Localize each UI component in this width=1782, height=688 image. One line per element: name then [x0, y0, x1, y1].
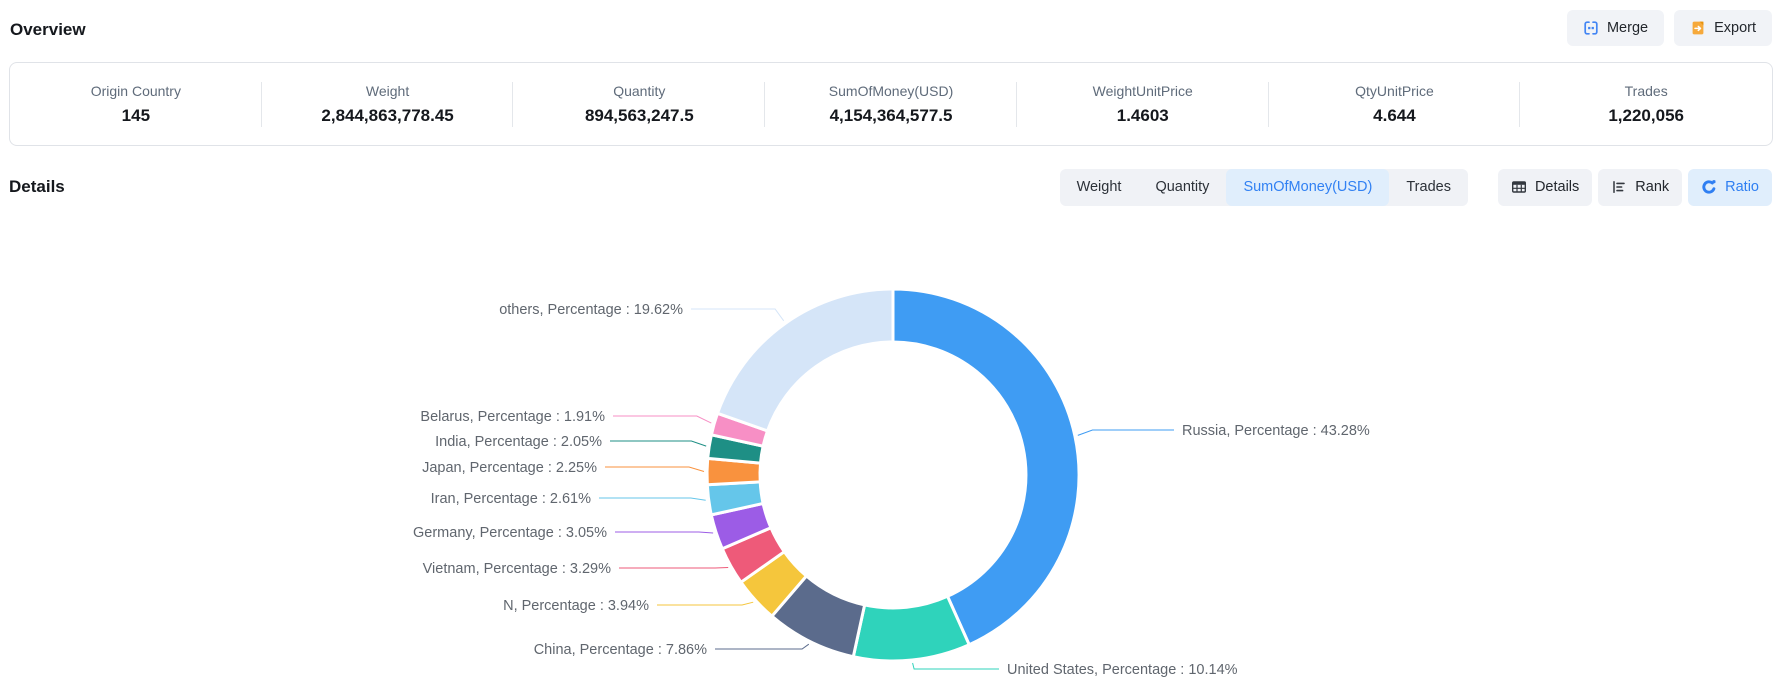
slice-others[interactable] — [718, 289, 894, 431]
stat-quantity: Quantity 894,563,247.5 — [513, 63, 765, 145]
stat-value: 1.4603 — [1117, 106, 1169, 126]
leader-line-india — [610, 441, 706, 446]
pie-label-india: India, Percentage : 2.05% — [435, 434, 602, 450]
pie-label-germany: Germany, Percentage : 3.05% — [413, 525, 607, 541]
tab-quantity[interactable]: Quantity — [1138, 169, 1226, 206]
slice-united-states[interactable] — [853, 596, 969, 661]
slice-russia[interactable] — [893, 289, 1079, 645]
app-root: Overview Merge Export — [0, 0, 1782, 688]
stat-sum-of-money: SumOfMoney(USD) 4,154,364,577.5 — [765, 63, 1017, 145]
page-title: Overview — [10, 20, 86, 40]
stat-label: Trades — [1625, 83, 1668, 99]
table-icon — [1511, 179, 1527, 195]
details-toolbar: Details Weight Quantity SumOfMoney(USD) … — [9, 168, 1772, 206]
overview-stats-card: Origin Country 145 Weight 2,844,863,778.… — [9, 62, 1773, 146]
view-tab-label: Details — [1535, 169, 1579, 206]
pie-label-belarus: Belarus, Percentage : 1.91% — [420, 409, 605, 425]
leader-line-japan — [605, 467, 704, 472]
stat-origin-country: Origin Country 145 — [10, 63, 262, 145]
donut-chart-svg: Russia, Percentage : 43.28% United States… — [0, 210, 1782, 688]
merge-icon — [1583, 20, 1599, 36]
merge-button-label: Merge — [1607, 20, 1648, 36]
details-title: Details — [9, 177, 65, 197]
tab-sum-of-money[interactable]: SumOfMoney(USD) — [1226, 169, 1389, 206]
leader-line-iran — [599, 498, 706, 500]
rank-bars-icon — [1611, 179, 1627, 195]
stat-label: Weight — [366, 83, 409, 99]
view-tab-group: Details Rank — [1498, 169, 1772, 206]
stat-value: 1,220,056 — [1608, 106, 1684, 126]
stat-label: QtyUnitPrice — [1355, 83, 1434, 99]
pie-label-united-states: United States, Percentage : 10.14% — [1007, 662, 1238, 678]
pie-label-china: China, Percentage : 7.86% — [534, 642, 707, 658]
details-controls: Weight Quantity SumOfMoney(USD) Trades D… — [1060, 169, 1772, 206]
leader-line-n — [657, 602, 753, 605]
view-tab-label: Rank — [1635, 169, 1669, 206]
stat-value: 4,154,364,577.5 — [830, 106, 953, 126]
tab-weight[interactable]: Weight — [1060, 169, 1139, 206]
pie-label-iran: Iran, Percentage : 2.61% — [431, 491, 592, 507]
view-tab-ratio[interactable]: Ratio — [1688, 169, 1772, 206]
pie-label-n: N, Percentage : 3.94% — [503, 598, 649, 614]
leader-line-others — [691, 309, 784, 321]
leader-line-russia — [1078, 430, 1174, 435]
stat-label: WeightUnitPrice — [1093, 83, 1193, 99]
stat-weight: Weight 2,844,863,778.45 — [262, 63, 514, 145]
stat-value: 2,844,863,778.45 — [321, 106, 453, 126]
view-tab-label: Ratio — [1725, 169, 1759, 206]
stat-label: Quantity — [613, 83, 665, 99]
leader-line-united-states — [913, 663, 999, 669]
stat-value: 145 — [122, 106, 150, 126]
view-tab-rank[interactable]: Rank — [1598, 169, 1682, 206]
export-button[interactable]: Export — [1674, 10, 1772, 46]
leader-line-germany — [615, 532, 713, 533]
tab-trades[interactable]: Trades — [1389, 169, 1468, 206]
measure-tab-group: Weight Quantity SumOfMoney(USD) Trades — [1060, 169, 1468, 206]
pie-label-japan: Japan, Percentage : 2.25% — [422, 460, 597, 476]
stat-label: SumOfMoney(USD) — [829, 83, 953, 99]
pie-label-vietnam: Vietnam, Percentage : 3.29% — [423, 561, 611, 577]
leader-line-china — [715, 644, 809, 649]
export-button-label: Export — [1714, 20, 1756, 36]
stat-label: Origin Country — [91, 83, 181, 99]
ratio-donut-chart: Russia, Percentage : 43.28% United States… — [0, 210, 1782, 688]
header-actions: Merge Export — [1567, 10, 1772, 46]
leader-line-belarus — [613, 416, 711, 423]
stat-trades: Trades 1,220,056 — [1520, 63, 1772, 145]
export-icon — [1690, 20, 1706, 36]
merge-button[interactable]: Merge — [1567, 10, 1664, 46]
pie-label-others: others, Percentage : 19.62% — [499, 302, 683, 318]
stat-qty-unit-price: QtyUnitPrice 4.644 — [1269, 63, 1521, 145]
leader-line-vietnam — [619, 568, 728, 569]
stat-value: 894,563,247.5 — [585, 106, 694, 126]
stat-weight-unit-price: WeightUnitPrice 1.4603 — [1017, 63, 1269, 145]
stat-value: 4.644 — [1373, 106, 1416, 126]
view-tab-details[interactable]: Details — [1498, 169, 1592, 206]
donut-icon — [1701, 179, 1717, 195]
pie-label-russia: Russia, Percentage : 43.28% — [1182, 423, 1370, 439]
